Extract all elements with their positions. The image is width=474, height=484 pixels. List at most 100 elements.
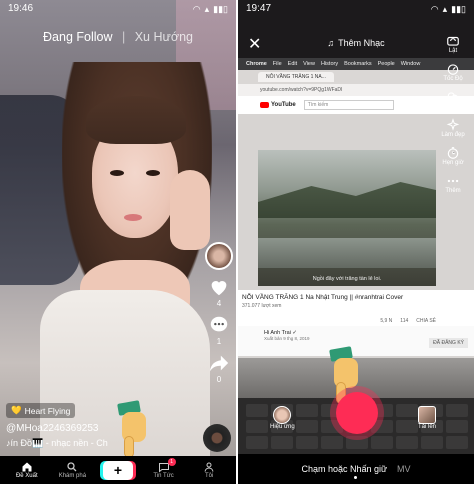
effects-button[interactable]: Hiệu ứng — [270, 406, 295, 430]
status-bar: 19:46 ◠ ▴ ▮▮▯ — [0, 0, 236, 18]
status-time: 19:46 — [8, 3, 34, 14]
heart-icon — [211, 281, 227, 296]
camera-panel: Chrome File Edit View History Bookmarks … — [238, 0, 474, 484]
tab-following[interactable]: Đang Follow — [43, 30, 112, 44]
youtube-video: Ngồi đây với trăng tàn lẻ loi. — [258, 150, 436, 286]
record-button[interactable] — [336, 392, 378, 434]
menu-item: History — [320, 61, 339, 67]
share-count: 0 — [216, 375, 222, 384]
video-person-bangs — [86, 96, 186, 144]
feed-panel: 19:46 ◠ ▴ ▮▮▯ Đang Follow | Xu Hướng 4 1 — [0, 0, 236, 484]
mode-indicator-dot — [354, 476, 357, 479]
menu-item: File — [272, 61, 282, 67]
youtube-share: CHIA SẺ — [416, 318, 436, 324]
tool-speed[interactable]: Tốc Độ — [443, 62, 463, 82]
feed-tabs: Đang Follow | Xu Hướng — [0, 30, 236, 44]
search-icon — [67, 462, 77, 472]
tool-flip[interactable]: Lật — [446, 34, 460, 54]
tab-separator: | — [121, 30, 126, 44]
youtube-video-info: NỖI VẦNG TRĂNG 1 Na Nhật Trung || #nranh… — [238, 290, 474, 326]
status-time: 19:47 — [246, 3, 272, 14]
tool-more[interactable]: Thêm — [445, 174, 461, 194]
wifi-icon: ◠ — [192, 3, 201, 14]
share-arrow-icon — [209, 355, 229, 372]
nav-profile-label: Tôi — [205, 473, 214, 479]
video-person-eye — [110, 170, 124, 176]
nav-home[interactable]: Đề Xuất — [9, 461, 45, 479]
youtube-dislikes: 114 — [400, 318, 409, 324]
music-note-icon: ♫ — [327, 38, 335, 48]
tool-label: Bộ lọc — [444, 104, 462, 110]
signal-icon: ▴ — [442, 3, 448, 14]
effects-thumbnail — [273, 406, 292, 424]
mode-tap-hold[interactable]: Chạm hoặc Nhấn giữ — [301, 464, 387, 474]
menu-item: People — [377, 61, 395, 67]
create-plus-button[interactable]: + — [102, 460, 133, 480]
flip-camera-icon — [447, 36, 459, 46]
video-subtitle: Ngồi đây với trăng tàn lẻ loi. — [312, 276, 382, 282]
battery-icon: ▮▮▯ — [213, 3, 228, 14]
mode-mv[interactable]: MV — [397, 464, 411, 474]
effects-label: Hiệu ứng — [270, 424, 295, 430]
record-button-ring[interactable] — [330, 386, 384, 440]
nav-inbox[interactable]: 1 Tin Tức — [146, 458, 182, 479]
tool-timer[interactable]: Hẹn giờ — [442, 146, 464, 166]
tool-label: Tốc Độ — [443, 76, 463, 82]
tap-hint-hand-icon — [112, 400, 152, 460]
home-icon — [22, 462, 32, 472]
screen: 19:46 ◠ ▴ ▮▮▯ Đang Follow | Xu Hướng 4 1 — [0, 0, 474, 484]
youtube-stats: 5,9 N 114 CHIA SẺ — [380, 318, 436, 324]
bottom-navigation: Đề Xuất Khám phá + 1 Tin Tức Tôi — [0, 456, 236, 484]
youtube-video-title: NỖI VẦNG TRĂNG 1 Na Nhật Trung || #nranh… — [242, 294, 404, 301]
menu-item: Window — [400, 61, 421, 67]
comment-icon — [210, 316, 228, 332]
video-person-hand — [170, 170, 210, 250]
menu-item: View — [303, 61, 315, 67]
nav-home-label: Đề Xuất — [15, 473, 38, 479]
effect-tag[interactable]: 💛 Heart Flying — [6, 403, 76, 418]
status-bar: 19:47 ◠ ▴ ▮▮▯ — [238, 0, 474, 18]
side-actions: 4 1 0 — [204, 242, 234, 384]
browser-tab: NỖI VẦNG TRĂNG 1 NA... — [258, 72, 334, 82]
video-hills — [258, 182, 436, 218]
upload-button[interactable]: Tải lên — [418, 406, 436, 430]
tool-beauty[interactable]: Làm đẹp — [441, 118, 465, 138]
nav-create[interactable]: + — [100, 460, 136, 480]
youtube-search: Tìm kiếm — [303, 100, 394, 110]
youtube-likes: 5,9 N — [380, 318, 393, 324]
system-icons: ◠ ▴ ▮▮▯ — [193, 3, 228, 15]
menu-item: Edit — [287, 61, 298, 67]
hand-finger — [124, 436, 134, 458]
battery-icon: ▮▮▯ — [451, 3, 466, 14]
filter-icon — [447, 92, 459, 102]
profile-icon — [204, 462, 214, 472]
like-count: 4 — [216, 299, 222, 308]
menu-item: Bookmarks — [344, 61, 372, 67]
video-river — [258, 238, 436, 268]
creator-avatar[interactable] — [205, 242, 233, 270]
comment-count: 1 — [216, 337, 222, 346]
system-icons: ◠ ▴ ▮▮▯ — [431, 3, 466, 15]
nav-inbox-label: Tin Tức — [153, 473, 174, 479]
youtube-logo-text: YouTube — [271, 102, 296, 108]
upload-thumbnail — [418, 406, 436, 424]
share-button[interactable]: 0 — [208, 352, 230, 384]
music-disc[interactable] — [203, 424, 231, 452]
like-button[interactable]: 4 — [208, 276, 230, 308]
nav-discover[interactable]: Khám phá — [54, 461, 90, 479]
more-icon — [447, 179, 459, 183]
tool-label: Làm đẹp — [441, 132, 465, 138]
timer-icon — [447, 147, 459, 159]
tab-for-you[interactable]: Xu Hướng — [135, 30, 193, 44]
video-person-lips — [124, 214, 142, 221]
signal-icon: ▴ — [204, 3, 210, 14]
add-sound-label: Thêm Nhạc — [338, 38, 385, 48]
youtube-subscribed-button: ĐÃ ĐĂNG KÝ — [429, 338, 468, 348]
upload-label: Tải lên — [418, 424, 437, 430]
heart-effect-icon: 💛 — [11, 405, 22, 415]
comment-button[interactable]: 1 — [208, 314, 230, 346]
tool-filter[interactable]: Bộ lọc — [444, 90, 462, 110]
tool-label: Hẹn giờ — [442, 160, 464, 166]
video-person-eye — [146, 170, 160, 176]
nav-profile[interactable]: Tôi — [191, 461, 227, 479]
